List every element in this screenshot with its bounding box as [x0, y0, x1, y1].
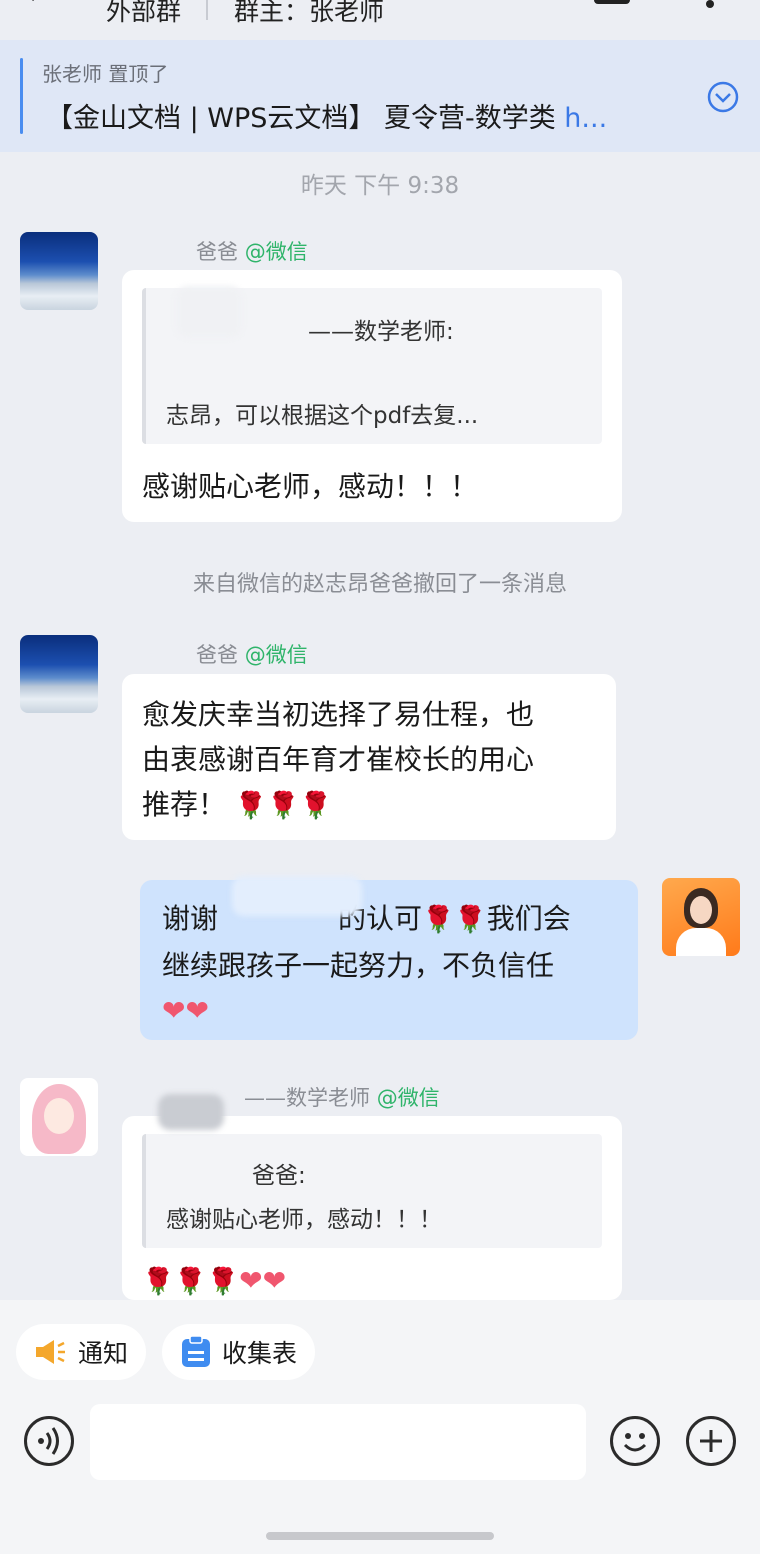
- voice-button[interactable]: [24, 1416, 74, 1466]
- pinned-doc-title: 【金山文档 | WPS云文档】 夏令营-数学类: [46, 103, 556, 134]
- message-text: 愈发庆幸当初选择了易仕程，也 由衷感谢百年育才崔校长的用心 推荐！ 🌹🌹🌹: [142, 692, 534, 829]
- more-icon[interactable]: [706, 0, 714, 8]
- message-line-last: 推荐！ 🌹🌹🌹: [142, 782, 534, 829]
- message-line: 推荐！: [142, 788, 227, 821]
- pinned-accent-bar: [20, 58, 23, 134]
- pinned-link[interactable]: h...: [556, 103, 607, 134]
- sender-name-text: 爸爸: [196, 240, 238, 264]
- avatar[interactable]: [20, 635, 98, 713]
- add-button[interactable]: [686, 1416, 736, 1466]
- message-text: 感谢贴心老师，感动！！！: [142, 470, 479, 503]
- message-text: 谢谢 的认可🌹🌹我们会 继续跟孩子一起努力，不负信任 ❤❤: [162, 896, 571, 1033]
- redaction-mask: [158, 1094, 224, 1130]
- home-indicator: [266, 1532, 494, 1540]
- avatar-face-skin: [690, 896, 712, 924]
- collect-form-button[interactable]: 收集表: [162, 1324, 316, 1380]
- tulip-emoji: 🌹🌹🌹: [142, 1267, 240, 1297]
- avatar[interactable]: [662, 878, 740, 956]
- quote-text: 志昂，可以根据这个pdf去复...: [166, 403, 479, 429]
- reaction-emojis: 🌹🌹🌹❤❤: [142, 1264, 286, 1297]
- recall-notice: 来自微信的赵志昂爸爸撤回了一条消息: [192, 572, 567, 597]
- pinned-by-label: 张老师 置顶了: [42, 62, 169, 86]
- emoji-button[interactable]: [610, 1416, 660, 1466]
- sender-name: 爸爸 @微信: [196, 236, 308, 266]
- quote-author: ——数学老师:: [308, 319, 454, 345]
- wechat-tag: @微信: [244, 643, 308, 667]
- smiley-icon: [623, 1433, 647, 1452]
- heart-emojis: ❤❤: [162, 994, 209, 1027]
- top-bar: 外部群 群主：张老师: [0, 0, 760, 40]
- redaction-mask: [176, 286, 242, 338]
- form-label: 收集表: [222, 1339, 298, 1368]
- pinned-message-text[interactable]: 【金山文档 | WPS云文档】 夏令营-数学类 h...: [46, 96, 671, 135]
- group-owner: 群主：张老师: [234, 0, 385, 26]
- tulip-emoji: 🌹🌹: [422, 905, 487, 935]
- sender-name-text: 爸爸: [196, 643, 238, 667]
- message-input[interactable]: [90, 1404, 586, 1480]
- quote-author: 爸爸:: [252, 1163, 306, 1189]
- message-line: 愈发庆幸当初选择了易仕程，也: [142, 698, 535, 731]
- avatar-face-skin: [44, 1098, 74, 1134]
- chevron-down-icon[interactable]: [706, 80, 740, 114]
- plus-icon: [700, 1430, 722, 1452]
- notify-button[interactable]: 通知: [16, 1324, 147, 1380]
- sender-name-text: ——数学老师: [244, 1086, 370, 1110]
- sender-name: 爸爸 @微信: [196, 639, 308, 669]
- wechat-tag: @微信: [244, 240, 308, 264]
- notify-label: 通知: [78, 1339, 129, 1368]
- sender-name: ——数学老师 @微信: [244, 1082, 440, 1112]
- form-icon: [182, 1335, 210, 1367]
- redaction-mask: [232, 876, 362, 916]
- message-fragment: 我们会: [486, 902, 571, 935]
- heart-emojis: ❤❤: [239, 1264, 287, 1297]
- avatar[interactable]: [20, 232, 98, 310]
- tulip-emoji: 🌹🌹🌹: [234, 791, 333, 821]
- contacts-icon[interactable]: [594, 0, 630, 4]
- message-fragment: 谢谢: [162, 902, 219, 935]
- avatar-body: [676, 928, 726, 956]
- title-divider: [206, 0, 208, 20]
- group-title: 外部群: [106, 0, 182, 26]
- message-line: 由衷感谢百年育才崔校长的用心: [142, 743, 535, 776]
- chat-timestamp: 昨天 下午 9:38: [300, 173, 460, 199]
- voice-icon: [38, 1427, 59, 1455]
- message-line: 继续跟孩子一起努力，不负信任: [162, 949, 555, 982]
- wechat-tag: @微信: [376, 1086, 440, 1110]
- megaphone-icon: [36, 1340, 65, 1364]
- back-icon[interactable]: [22, 0, 50, 14]
- avatar[interactable]: [20, 1078, 98, 1156]
- quote-text: 感谢贴心老师，感动！！！: [166, 1207, 442, 1233]
- quoted-message[interactable]: 爸爸: 感谢贴心老师，感动！！！: [142, 1134, 602, 1248]
- message-line: 谢谢 的认可🌹🌹我们会: [162, 896, 571, 943]
